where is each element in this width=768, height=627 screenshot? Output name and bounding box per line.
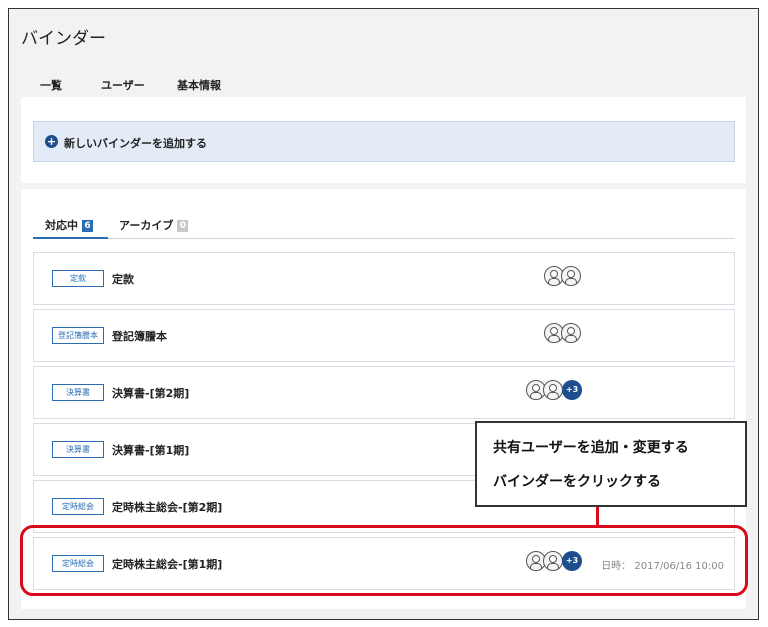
binder-category-tag: 定時総会 [52,555,104,572]
callout-line-1: 共有ユーザーを追加・変更する [493,440,689,456]
in-progress-count-badge: 6 [82,220,93,232]
plus-circle-icon: + [45,135,58,148]
binder-list-panel: 対応中 6 アーカイブ 0 定款 定款 登記簿謄本 登記簿謄本 決算書 決算書-… [21,189,746,609]
instruction-callout: 共有ユーザーを追加・変更する バインダーをクリックする [475,421,747,507]
status-tabs: 対応中 6 アーカイブ 0 [33,209,735,239]
binder-title: 決算書-[第1期] [112,444,190,457]
page-title: バインダー [21,29,106,49]
user-avatar-icon [561,266,581,286]
user-avatar-icon [543,380,563,400]
add-binder-label: 新しいバインダーを追加する [64,137,207,150]
binder-row-highlighted[interactable]: 定時総会 定時株主総会-[第1期] +3 日時： 2017/06/16 10:0… [33,537,735,590]
tab-list[interactable]: 一覧 [40,77,62,93]
user-avatar-icon [561,323,581,343]
active-subtab-indicator [33,237,108,239]
binder-title: 定時株主総会-[第1期] [112,558,223,571]
binder-row[interactable]: 決算書 決算書-[第2期] +3 [33,366,735,419]
binder-row[interactable]: 登記簿謄本 登記簿謄本 [33,309,735,362]
binder-category-tag: 決算書 [52,441,104,458]
binder-title: 決算書-[第2期] [112,387,190,400]
binder-category-tag: 定款 [52,270,104,287]
binder-category-tag: 決算書 [52,384,104,401]
tab-basic-info[interactable]: 基本情報 [177,77,221,93]
tab-archive-label: アーカイブ [119,219,174,232]
binder-title: 登記簿謄本 [112,330,167,343]
callout-connector [596,506,599,526]
more-users-badge: +3 [562,551,582,571]
more-users-badge: +3 [562,380,582,400]
archive-count-badge: 0 [177,220,189,232]
tab-in-progress-label: 対応中 [45,219,78,232]
tab-archive[interactable]: アーカイブ 0 [119,217,189,233]
binder-title: 定時株主総会-[第2期] [112,501,223,514]
add-binder-button[interactable]: + 新しいバインダーを追加する [33,121,735,162]
binder-category-tag: 定時総会 [52,498,104,515]
callout-line-2: バインダーをクリックする [493,474,661,490]
add-binder-panel: + 新しいバインダーを追加する [21,97,746,183]
binder-window: バインダー 一覧 ユーザー 基本情報 + 新しいバインダーを追加する 対応中 6 … [8,8,759,620]
app-header: バインダー 一覧 ユーザー 基本情報 [9,9,758,105]
tab-in-progress[interactable]: 対応中 6 [45,217,93,233]
binder-category-tag: 登記簿謄本 [52,327,104,344]
tab-users[interactable]: ユーザー [101,77,145,93]
binder-row[interactable]: 定款 定款 [33,252,735,305]
binder-title: 定款 [112,273,134,286]
binder-date: 日時： 2017/06/16 10:00 [601,561,724,572]
user-avatar-icon [543,551,563,571]
